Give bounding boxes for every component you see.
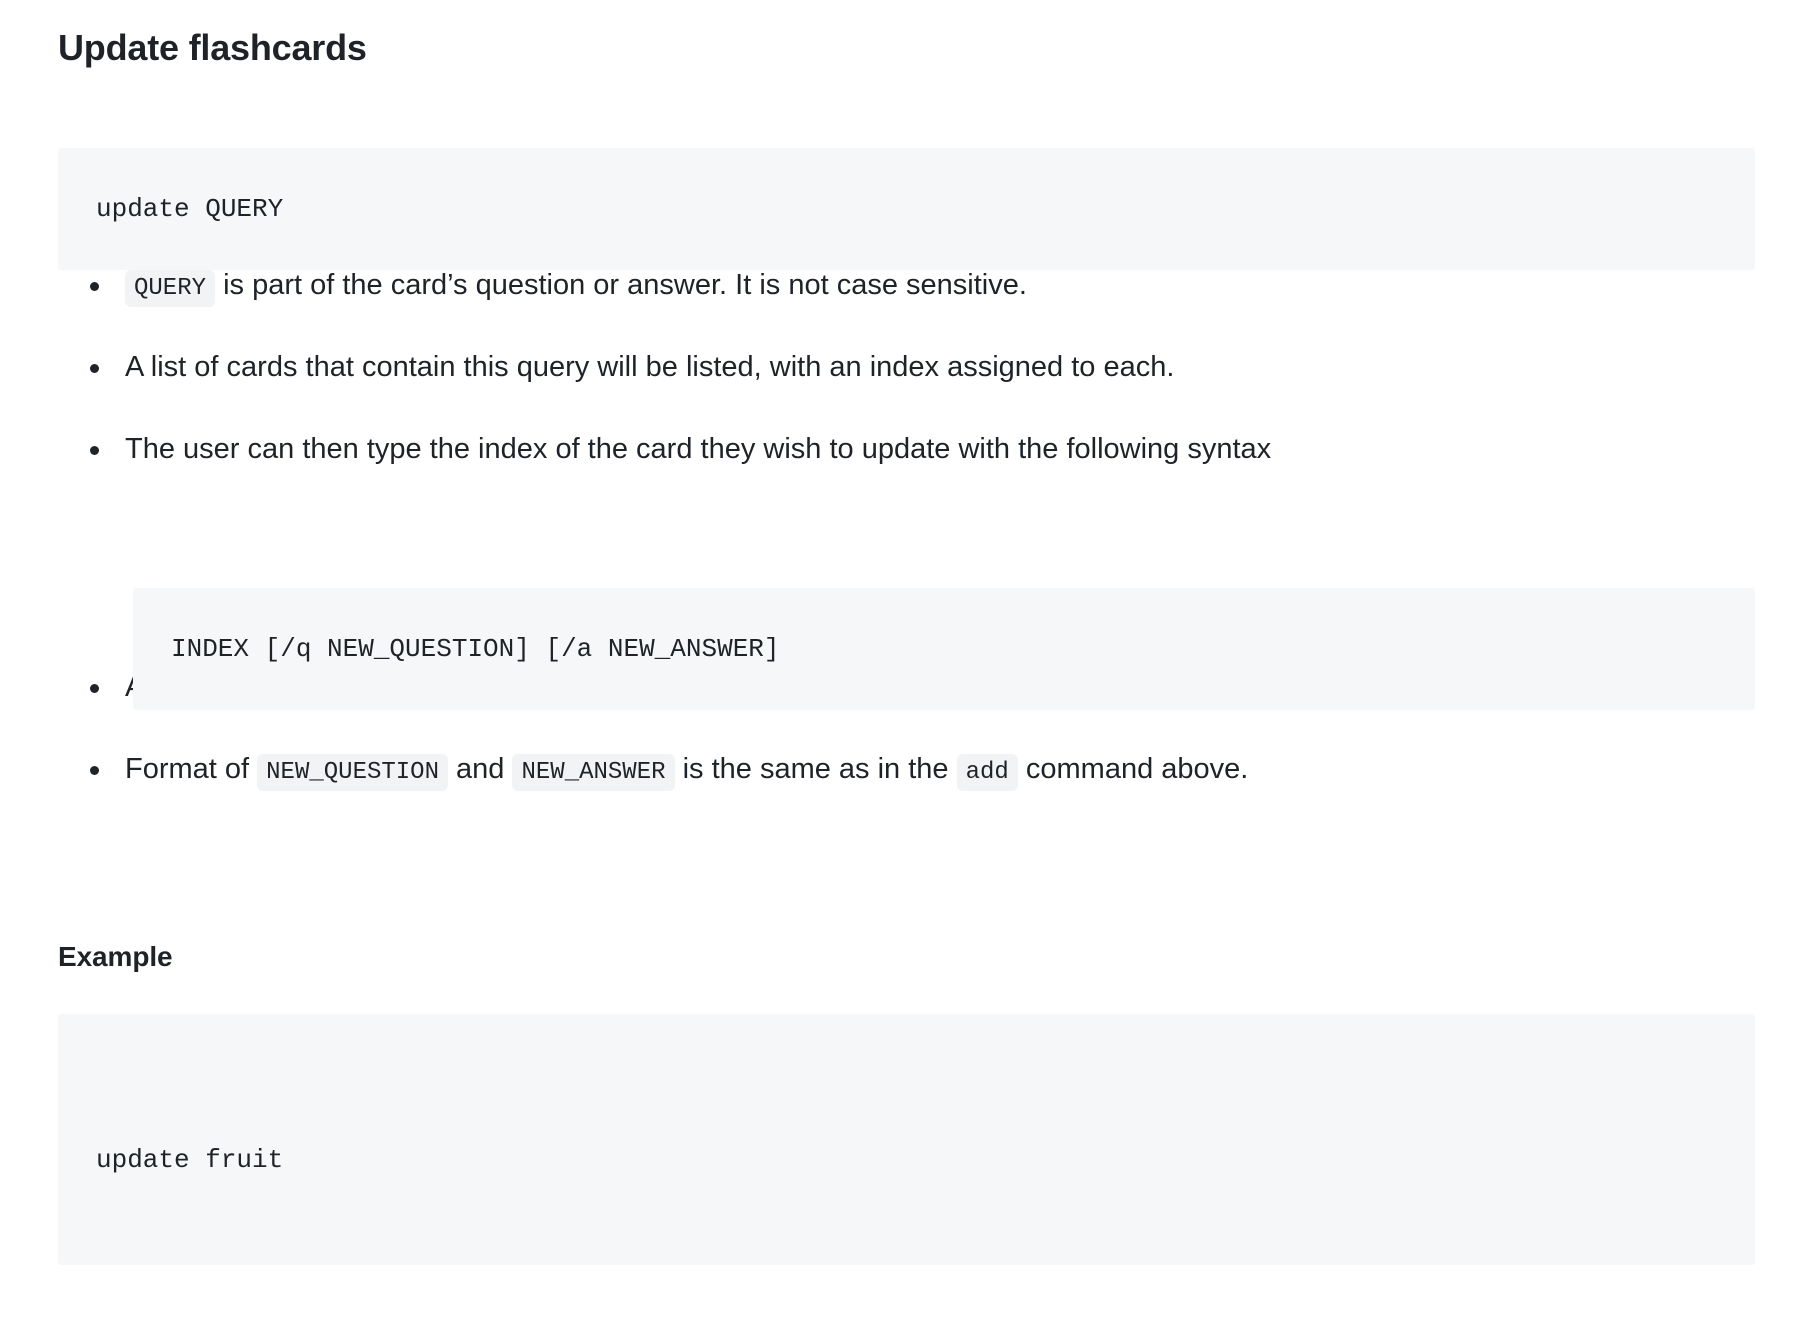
inline-code-query: QUERY xyxy=(125,270,216,307)
list-item: QUERY is part of the card’s question or … xyxy=(58,264,1758,307)
code-line: update fruit xyxy=(96,1145,284,1175)
list-item-text: command above. xyxy=(1017,753,1249,785)
index-syntax-code-block: INDEX [/q NEW_QUESTION] [/a NEW_ANSWER] xyxy=(133,588,1755,710)
example-code-block: update fruit Found 2 card(s) with query … xyxy=(58,1014,1755,1265)
list-item-text: is the same as in the xyxy=(674,753,957,785)
page-title: Update flashcards xyxy=(58,27,367,68)
list-item-text: Format of xyxy=(125,753,258,785)
list-item: A list of cards that contain this query … xyxy=(58,346,1758,388)
list-item-text: A list of cards that contain this query … xyxy=(125,351,1175,383)
list-item-text: is part of the card’s question or answer… xyxy=(215,269,1027,301)
inline-code-new-answer: NEW_ANSWER xyxy=(512,754,675,791)
documentation-page: Update flashcards update QUERY QUERY is … xyxy=(0,0,1817,1323)
inline-code-add: add xyxy=(956,754,1018,791)
list-item: The user can then type the index of the … xyxy=(58,428,1758,470)
example-heading: Example xyxy=(58,941,173,972)
list-item: Format of NEW_QUESTION and NEW_ANSWER is… xyxy=(58,748,1758,791)
inline-code-new-question: NEW_QUESTION xyxy=(257,754,448,791)
list-item-text: The user can then type the index of the … xyxy=(125,433,1272,465)
list-item-text: and xyxy=(447,753,513,785)
